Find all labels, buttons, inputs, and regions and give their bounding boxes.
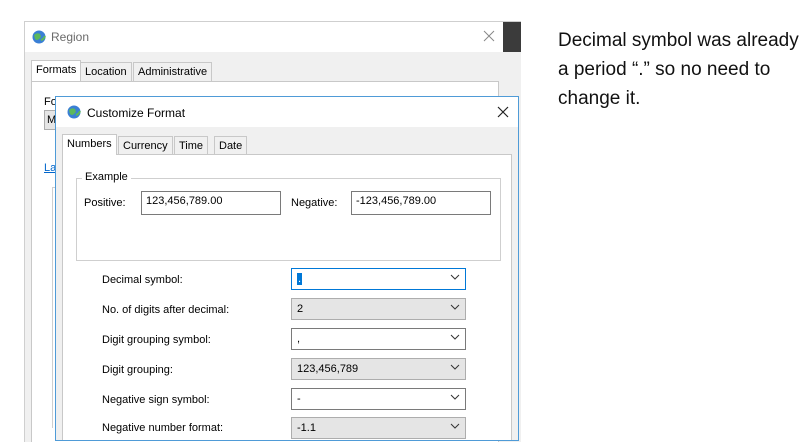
digit-grouping-label: Digit grouping: xyxy=(102,364,173,376)
chevron-down-icon xyxy=(450,334,460,340)
negative-example-value: -123,456,789.00 xyxy=(356,195,437,207)
close-icon[interactable] xyxy=(497,106,509,118)
negative-sign-symbol-combo[interactable]: - xyxy=(291,388,466,410)
tab-location-label: Location xyxy=(85,66,127,78)
tab-numbers-label: Numbers xyxy=(67,138,112,150)
positive-example-value: 123,456,789.00 xyxy=(146,195,223,207)
digits-after-decimal-value: 2 xyxy=(297,303,304,315)
dialog-title: Customize Format xyxy=(87,106,186,120)
globe-icon xyxy=(32,30,46,44)
customize-format-dialog: Customize Format Numbers Currency Time D… xyxy=(55,96,519,441)
negative-number-format-value: -1.1 xyxy=(297,422,316,434)
tab-date[interactable]: Date xyxy=(214,136,248,155)
digit-grouping-symbol-combo[interactable]: , xyxy=(291,328,466,350)
annotation-text: Decimal symbol was already a period “.” … xyxy=(558,30,799,109)
negative-sign-symbol-value: - xyxy=(297,393,301,405)
tab-currency[interactable]: Currency xyxy=(118,136,173,155)
positive-example-field: 123,456,789.00 xyxy=(141,191,281,215)
negative-sign-symbol-label: Negative sign symbol: xyxy=(102,394,210,406)
chevron-down-icon xyxy=(450,423,460,429)
region-titlebar: Region xyxy=(25,22,521,52)
digit-grouping-symbol-label: Digit grouping symbol: xyxy=(102,334,211,346)
tab-location[interactable]: Location xyxy=(80,62,132,81)
negative-number-format-label: Negative number format: xyxy=(102,422,224,434)
positive-label: Positive: xyxy=(84,197,126,209)
tab-formats[interactable]: Formats xyxy=(31,60,82,81)
tab-administrative-label: Administrative xyxy=(138,66,208,78)
digit-grouping-value: 123,456,789 xyxy=(297,363,359,375)
chevron-down-icon xyxy=(450,274,460,280)
tab-administrative[interactable]: Administrative xyxy=(133,62,213,81)
decimal-symbol-label: Decimal symbol: xyxy=(102,274,183,286)
tab-currency-label: Currency xyxy=(123,140,168,152)
digits-after-decimal-label: No. of digits after decimal: xyxy=(102,304,230,316)
tab-numbers[interactable]: Numbers xyxy=(62,134,117,155)
tab-date-label: Date xyxy=(219,140,243,152)
titlebar-edge xyxy=(503,22,521,52)
chevron-down-icon xyxy=(450,364,460,370)
digits-after-decimal-combo[interactable]: 2 xyxy=(291,298,466,320)
digit-grouping-combo[interactable]: 123,456,789 xyxy=(291,358,466,380)
region-title: Region xyxy=(51,30,90,44)
example-legend: Example xyxy=(82,171,131,183)
close-icon[interactable] xyxy=(483,30,495,42)
negative-example-field: -123,456,789.00 xyxy=(351,191,491,215)
dialog-titlebar: Customize Format xyxy=(56,97,518,127)
decimal-symbol-combo[interactable]: . xyxy=(291,268,466,290)
negative-number-format-combo[interactable]: -1.1 xyxy=(291,417,466,439)
chevron-down-icon xyxy=(450,394,460,400)
numbers-tab-body: Example Positive: 123,456,789.00 Negativ… xyxy=(62,154,512,440)
chevron-down-icon xyxy=(450,304,460,310)
decimal-symbol-value: . xyxy=(297,273,303,285)
tab-time-label: Time xyxy=(179,140,204,152)
digit-grouping-symbol-value: , xyxy=(297,333,301,345)
globe-icon xyxy=(67,105,81,119)
tab-formats-label: Formats xyxy=(36,64,77,76)
tab-time[interactable]: Time xyxy=(174,136,209,155)
negative-label: Negative: xyxy=(291,197,338,209)
